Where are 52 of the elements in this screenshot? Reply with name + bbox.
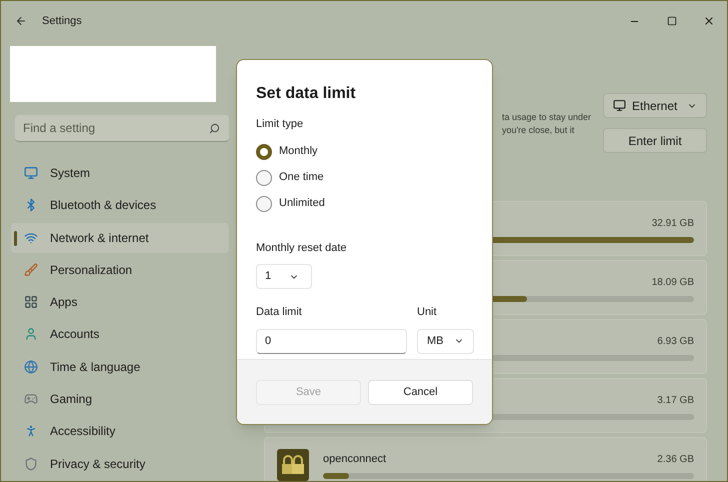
reset-date-label: Monthly reset date <box>256 240 348 256</box>
usage-amount: 2.36 GB <box>657 453 694 467</box>
limit-type-label: Limit type <box>256 117 304 132</box>
monitor-icon <box>24 166 38 180</box>
globe-icon <box>24 360 38 374</box>
gamepad-icon <box>24 392 38 406</box>
dialog-title: Set data limit <box>256 84 357 104</box>
reset-date-dropdown[interactable]: 1 <box>256 264 312 289</box>
sidebar-item[interactable]: Gaming <box>11 384 229 414</box>
sidebar-item[interactable]: Accounts <box>11 319 229 350</box>
usage-amount: 18.09 GB <box>652 276 694 290</box>
shield-icon <box>24 456 38 471</box>
radio-button[interactable] <box>256 170 272 186</box>
sidebar-item[interactable]: Personalization <box>11 254 229 285</box>
radio-button[interactable] <box>256 144 272 160</box>
sidebar-item[interactable]: Privacy & security <box>11 448 229 479</box>
sidebar-item[interactable]: Network & internet <box>11 222 229 253</box>
sidebar-item[interactable]: Time & language <box>11 352 229 382</box>
search-field[interactable]: Find a setting <box>15 115 229 142</box>
person-icon <box>24 327 38 342</box>
radio-button[interactable] <box>256 196 272 212</box>
sidebar-item[interactable]: Apps <box>11 287 229 318</box>
data-limit-label: Data limit <box>256 305 303 320</box>
app-name: openconnect <box>323 452 386 468</box>
unit-label: Unit <box>417 305 438 320</box>
grid-icon <box>24 295 38 310</box>
dialog-button[interactable]: Cancel <box>368 380 473 404</box>
data-limit-field[interactable]: 0 <box>256 328 407 354</box>
radio-option[interactable]: One time <box>256 168 473 186</box>
selection-indicator <box>14 230 17 246</box>
sidebar-item[interactable]: Accessibility <box>11 416 229 446</box>
accessibility-icon <box>24 424 38 438</box>
sidebar-item[interactable]: Bluetooth & devices <box>11 190 229 220</box>
radio-option[interactable]: Unlimited <box>256 194 473 212</box>
maximize-icon[interactable] <box>666 16 676 26</box>
network-dropdown[interactable]: Ethernet <box>603 93 707 118</box>
close-icon[interactable] <box>702 15 714 27</box>
description-text: ta usage to stay under you're close, but it <box>502 111 591 137</box>
usage-amount: 6.93 GB <box>657 335 694 349</box>
radio-option[interactable]: Monthly <box>256 142 473 160</box>
sidebar-item[interactable]: System <box>11 158 229 188</box>
usage-amount: 32.91 GB <box>652 217 694 231</box>
lock-icon <box>277 448 309 480</box>
wifi-icon <box>24 230 38 245</box>
usage-amount: 3.17 GB <box>657 394 694 408</box>
unit-dropdown[interactable]: MB <box>417 328 474 354</box>
brush-icon <box>24 262 38 277</box>
window-title: Settings <box>42 14 82 29</box>
back-icon[interactable] <box>15 15 27 27</box>
monitor-icon <box>613 99 626 112</box>
search-icon <box>209 123 220 134</box>
enter-limit-button[interactable]: Enter limit <box>603 128 707 153</box>
